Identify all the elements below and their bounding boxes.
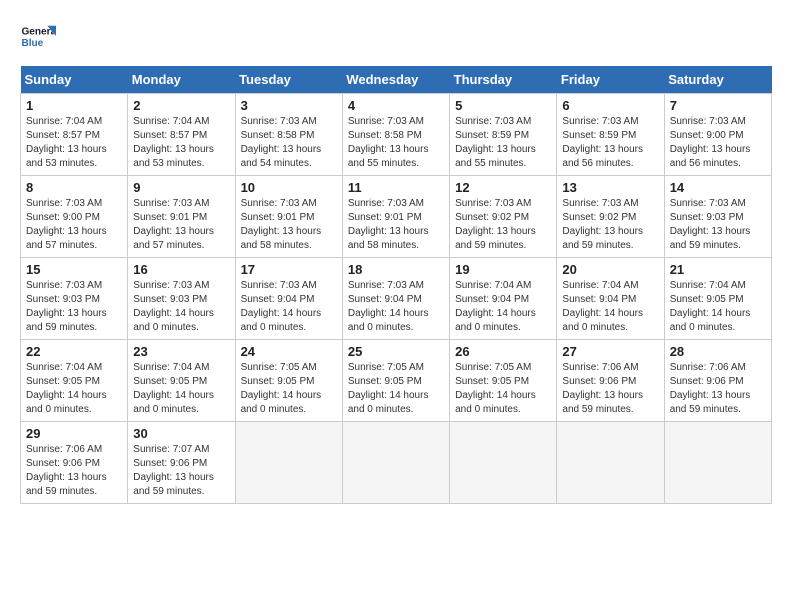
col-wednesday: Wednesday bbox=[342, 66, 449, 94]
table-row: 24Sunrise: 7:05 AMSunset: 9:05 PMDayligh… bbox=[235, 340, 342, 422]
table-row: 17Sunrise: 7:03 AMSunset: 9:04 PMDayligh… bbox=[235, 258, 342, 340]
table-row: 10Sunrise: 7:03 AMSunset: 9:01 PMDayligh… bbox=[235, 176, 342, 258]
table-row: 3Sunrise: 7:03 AMSunset: 8:58 PMDaylight… bbox=[235, 94, 342, 176]
col-saturday: Saturday bbox=[664, 66, 771, 94]
svg-text:Blue: Blue bbox=[21, 38, 43, 49]
table-row: 18Sunrise: 7:03 AMSunset: 9:04 PMDayligh… bbox=[342, 258, 449, 340]
table-row: 27Sunrise: 7:06 AMSunset: 9:06 PMDayligh… bbox=[557, 340, 664, 422]
table-row bbox=[235, 422, 342, 504]
table-row: 16Sunrise: 7:03 AMSunset: 9:03 PMDayligh… bbox=[128, 258, 235, 340]
table-row: 7Sunrise: 7:03 AMSunset: 9:00 PMDaylight… bbox=[664, 94, 771, 176]
col-thursday: Thursday bbox=[450, 66, 557, 94]
table-row: 28Sunrise: 7:06 AMSunset: 9:06 PMDayligh… bbox=[664, 340, 771, 422]
table-row bbox=[342, 422, 449, 504]
table-row: 22Sunrise: 7:04 AMSunset: 9:05 PMDayligh… bbox=[21, 340, 128, 422]
header: General Blue bbox=[20, 20, 772, 56]
col-friday: Friday bbox=[557, 66, 664, 94]
col-tuesday: Tuesday bbox=[235, 66, 342, 94]
table-row: 13Sunrise: 7:03 AMSunset: 9:02 PMDayligh… bbox=[557, 176, 664, 258]
table-row bbox=[664, 422, 771, 504]
header-row: Sunday Monday Tuesday Wednesday Thursday… bbox=[21, 66, 772, 94]
col-monday: Monday bbox=[128, 66, 235, 94]
logo: General Blue bbox=[20, 20, 56, 56]
table-row: 1Sunrise: 7:04 AMSunset: 8:57 PMDaylight… bbox=[21, 94, 128, 176]
logo-icon: General Blue bbox=[20, 20, 56, 56]
table-row: 14Sunrise: 7:03 AMSunset: 9:03 PMDayligh… bbox=[664, 176, 771, 258]
table-row: 4Sunrise: 7:03 AMSunset: 8:58 PMDaylight… bbox=[342, 94, 449, 176]
table-row: 20Sunrise: 7:04 AMSunset: 9:04 PMDayligh… bbox=[557, 258, 664, 340]
table-row: 9Sunrise: 7:03 AMSunset: 9:01 PMDaylight… bbox=[128, 176, 235, 258]
table-row: 30Sunrise: 7:07 AMSunset: 9:06 PMDayligh… bbox=[128, 422, 235, 504]
table-row bbox=[450, 422, 557, 504]
table-row: 26Sunrise: 7:05 AMSunset: 9:05 PMDayligh… bbox=[450, 340, 557, 422]
table-row: 8Sunrise: 7:03 AMSunset: 9:00 PMDaylight… bbox=[21, 176, 128, 258]
table-row: 15Sunrise: 7:03 AMSunset: 9:03 PMDayligh… bbox=[21, 258, 128, 340]
col-sunday: Sunday bbox=[21, 66, 128, 94]
table-row bbox=[557, 422, 664, 504]
table-row: 21Sunrise: 7:04 AMSunset: 9:05 PMDayligh… bbox=[664, 258, 771, 340]
table-row: 29Sunrise: 7:06 AMSunset: 9:06 PMDayligh… bbox=[21, 422, 128, 504]
calendar-table: Sunday Monday Tuesday Wednesday Thursday… bbox=[20, 66, 772, 504]
table-row: 23Sunrise: 7:04 AMSunset: 9:05 PMDayligh… bbox=[128, 340, 235, 422]
table-row: 5Sunrise: 7:03 AMSunset: 8:59 PMDaylight… bbox=[450, 94, 557, 176]
table-row: 25Sunrise: 7:05 AMSunset: 9:05 PMDayligh… bbox=[342, 340, 449, 422]
table-row: 19Sunrise: 7:04 AMSunset: 9:04 PMDayligh… bbox=[450, 258, 557, 340]
table-row: 11Sunrise: 7:03 AMSunset: 9:01 PMDayligh… bbox=[342, 176, 449, 258]
table-row: 2Sunrise: 7:04 AMSunset: 8:57 PMDaylight… bbox=[128, 94, 235, 176]
table-row: 6Sunrise: 7:03 AMSunset: 8:59 PMDaylight… bbox=[557, 94, 664, 176]
table-row: 12Sunrise: 7:03 AMSunset: 9:02 PMDayligh… bbox=[450, 176, 557, 258]
